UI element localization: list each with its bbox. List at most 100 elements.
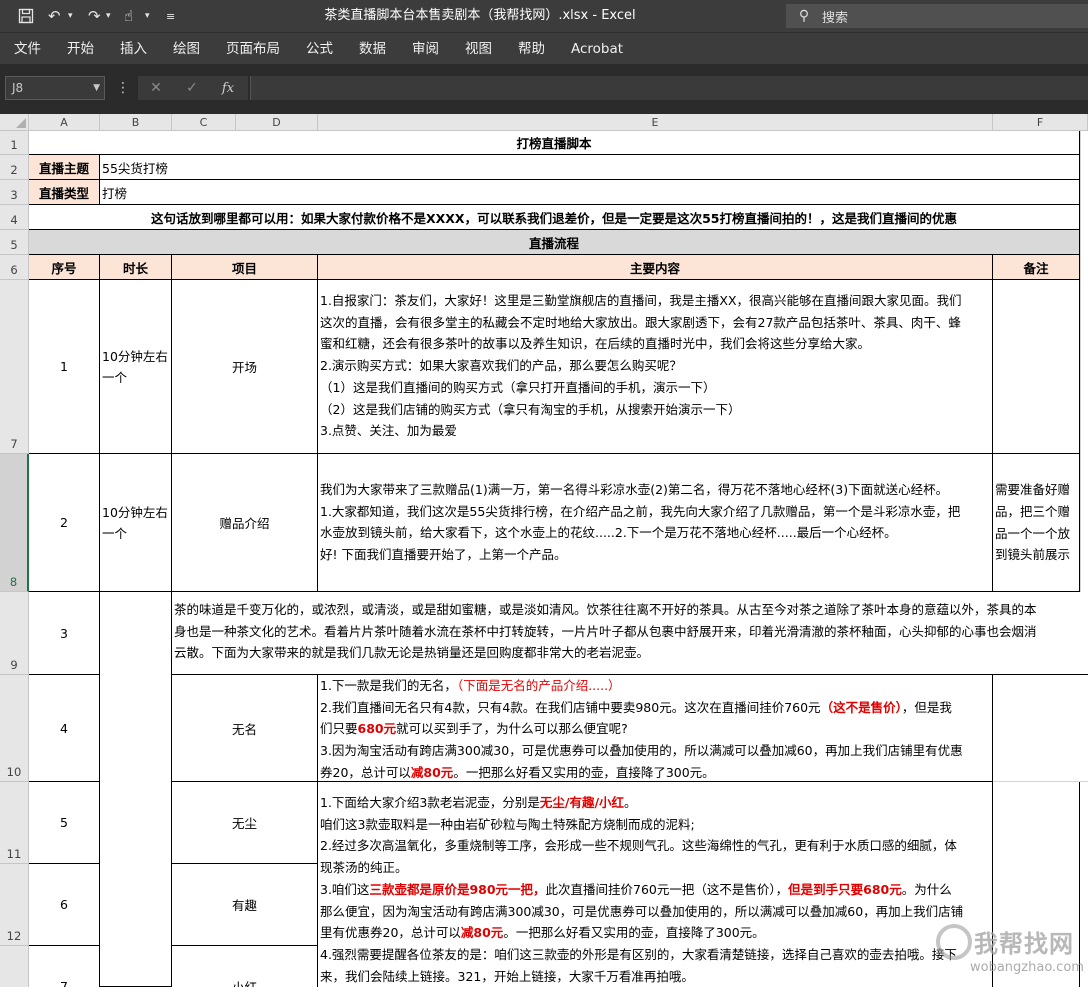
r10-item[interactable]: 无名 xyxy=(172,675,318,782)
r7-content[interactable]: 1.自报家门：茶友们，大家好！这里是三勤堂旗舰店的直播间，我是主播XX，很高兴能… xyxy=(318,280,993,454)
row-header-6[interactable]: 6 xyxy=(0,255,29,280)
r10-remark-blank[interactable] xyxy=(993,675,1088,782)
formula-input[interactable] xyxy=(250,76,1088,100)
ribbon-tabs: 文件 开始 插入 绘图 页面布局 公式 数据 审阅 视图 帮助 Acrobat xyxy=(0,32,1088,64)
row-header-12[interactable]: 12 xyxy=(0,864,29,946)
tab-help[interactable]: 帮助 xyxy=(505,33,558,65)
block-l1b: 无尘/有趣/小红 xyxy=(539,795,625,810)
r10-l2c: ，但是我 xyxy=(901,699,952,715)
more-options-icon[interactable]: ⋮ xyxy=(116,76,130,100)
column-header-a[interactable]: A xyxy=(29,114,100,131)
title-bar: ↶ ▾ ↷ ▾ ☝ ▾ ≡ 茶类直播脚本台本售卖剧本（我帮找网）.xlsx - … xyxy=(0,0,1088,32)
r10-line-5: 券20，总计可以减80元。一把那么好看又实用的壶，直接降了300元。 xyxy=(318,762,992,781)
r12-seq[interactable]: 6 xyxy=(29,864,100,946)
row-header-4[interactable]: 4 xyxy=(0,205,29,230)
sheet-title-cell[interactable]: 打榜直播脚本 xyxy=(29,131,1080,155)
column-header-c[interactable]: C xyxy=(172,114,236,131)
theme-value-cell[interactable]: 55尖货打榜 xyxy=(100,155,1080,180)
block-l1a: 1.下面给大家介绍3款老岩泥壶，分别是 xyxy=(320,795,540,810)
r11-seq[interactable]: 5 xyxy=(29,782,100,864)
block-content[interactable]: 1.下面给大家介绍3款老岩泥壶，分别是无尘/有趣/小红。 咱们这3款壶取料是一种… xyxy=(318,782,993,987)
column-header-b[interactable]: B xyxy=(100,114,172,131)
r8-item[interactable]: 赠品介绍 xyxy=(172,454,318,592)
r7-remark[interactable] xyxy=(993,280,1080,454)
r10-seq[interactable]: 4 xyxy=(29,675,100,782)
r13-item[interactable]: 小红 xyxy=(172,946,318,987)
type-value-cell[interactable]: 打榜 xyxy=(100,180,1080,205)
r7-line-7: 3.点赞、关注、加为最爱 xyxy=(320,423,457,439)
r10-content[interactable]: 1.下一款是我们的无名，（下面是无名的产品介绍.....） 2.我们直播间无名只… xyxy=(318,675,993,782)
r10-line-3: 们只要680元就可以买到手了，为什么可以那么便宜呢? xyxy=(318,718,992,740)
r11-item[interactable]: 无尘 xyxy=(172,782,318,864)
theme-label-cell[interactable]: 直播主题 xyxy=(29,155,100,180)
r7-item[interactable]: 开场 xyxy=(172,280,318,454)
r10-l3c: 就可以买到手了，为什么可以那么便宜呢? xyxy=(396,721,628,737)
r10-l1a: 1.下一款是我们的无名， xyxy=(320,678,457,693)
r8-seq[interactable]: 2 xyxy=(29,454,100,592)
r9-line-1: 茶的味道是千变万化的，或浓烈，或清淡，或是甜如蜜糖，或是淡如清风。饮茶往往离不开… xyxy=(174,602,1037,617)
row-header-5[interactable]: 5 xyxy=(0,230,29,255)
row-header-3[interactable]: 3 xyxy=(0,180,29,205)
name-box[interactable]: J8 ▼ xyxy=(5,76,105,100)
duration-merged-blank[interactable] xyxy=(100,592,172,987)
block-l7a: 里有优惠券20，总计可以 xyxy=(320,925,461,941)
block-line-9: 来，我们会陆续上链接。321，开始上链接，大家千万看准再拍哦。 xyxy=(320,968,694,984)
name-box-dropdown-icon[interactable]: ▼ xyxy=(93,77,100,99)
tab-home[interactable]: 开始 xyxy=(54,33,107,65)
header-content[interactable]: 主要内容 xyxy=(318,255,993,280)
tab-formulas[interactable]: 公式 xyxy=(293,33,346,65)
block-line-4: 现茶汤的纯正。 xyxy=(320,860,408,876)
r12-item[interactable]: 有趣 xyxy=(172,864,318,946)
row-header-8[interactable]: 8 xyxy=(0,454,29,592)
r7-seq[interactable]: 1 xyxy=(29,280,100,454)
r9-seq[interactable]: 3 xyxy=(29,592,100,675)
row-header-10[interactable]: 10 xyxy=(0,675,29,782)
search-box[interactable]: ⚲ 搜索 xyxy=(786,4,1088,28)
tab-insert[interactable]: 插入 xyxy=(107,33,160,65)
formula-bar-area: J8 ▼ ⋮ ✕ ✓ fx xyxy=(0,64,1088,114)
r10-line-4: 3.因为淘宝活动有跨店满300减30，可是优惠券可以叠加使用的，所以满减可以叠加… xyxy=(320,743,963,759)
flow-title-cell[interactable]: 直播流程 xyxy=(29,230,1080,255)
r7-duration[interactable]: 10分钟左右一个 xyxy=(100,280,172,454)
search-icon: ⚲ xyxy=(798,8,810,24)
row-header-7[interactable]: 7 xyxy=(0,280,29,454)
r8-content[interactable]: 我们为大家带来了三款赠品(1)满一万，第一名得斗彩凉水壶(2)第二名，得万花不落… xyxy=(318,454,993,592)
notice-cell[interactable]: 这句话放到哪里都可以用：如果大家付款价格不是XXXX，可以联系我们退差价，但是一… xyxy=(29,205,1080,230)
column-header-d[interactable]: D xyxy=(236,114,318,131)
column-header-e[interactable]: E xyxy=(318,114,993,131)
tab-data[interactable]: 数据 xyxy=(346,33,399,65)
cancel-icon[interactable]: ✕ xyxy=(138,80,174,96)
tab-file[interactable]: 文件 xyxy=(0,33,54,65)
header-remark[interactable]: 备注 xyxy=(993,255,1080,280)
header-item[interactable]: 项目 xyxy=(172,255,318,280)
r8-duration[interactable]: 10分钟左右一个 xyxy=(100,454,172,592)
row-header-2[interactable]: 2 xyxy=(0,155,29,180)
r7-line-5: （1）这是我们直播间的购买方式（拿只打开直播间的手机，演示一下） xyxy=(320,379,716,395)
insert-function-icon[interactable]: fx xyxy=(210,81,246,96)
column-header-f[interactable]: F xyxy=(993,114,1088,131)
block-line-3: 2.经过多次高温氧化，多重烧制等工序，会形成一些不规则气孔。这些海绵性的气孔，更… xyxy=(320,838,957,854)
r10-l1b: （下面是无名的产品介绍.....） xyxy=(456,678,621,693)
header-duration[interactable]: 时长 xyxy=(100,255,172,280)
tab-view[interactable]: 视图 xyxy=(452,33,505,65)
r9-content[interactable]: 茶的味道是千变万化的，或浓烈，或清淡，或是甜如蜜糖，或是淡如清风。饮茶往往离不开… xyxy=(172,592,1088,675)
tab-review[interactable]: 审阅 xyxy=(399,33,452,65)
row-header-1[interactable]: 1 xyxy=(0,131,29,155)
watermark-url: wobangzhao.com xyxy=(970,960,1084,975)
tab-acrobat[interactable]: Acrobat xyxy=(558,33,636,65)
header-seq[interactable]: 序号 xyxy=(29,255,100,280)
r13-seq[interactable]: 7 xyxy=(29,946,100,987)
row-header-9[interactable]: 9 xyxy=(0,592,29,675)
block-line-1: 1.下面给大家介绍3款老岩泥壶，分别是无尘/有趣/小红。 xyxy=(318,792,992,814)
tab-page-layout[interactable]: 页面布局 xyxy=(213,33,293,65)
enter-icon[interactable]: ✓ xyxy=(174,80,210,96)
tab-draw[interactable]: 绘图 xyxy=(160,33,213,65)
row-header-13[interactable] xyxy=(0,946,29,987)
r7-line-6: （2）这是我们店铺的购买方式（拿只有淘宝的手机，从搜索开始演示一下） xyxy=(320,401,741,417)
r8-remark[interactable]: 需要准备好赠品，把三个赠品一个一个放到镜头前展示 xyxy=(993,454,1080,592)
block-line-5: 3.咱们这三款壶都是原价是980元一把，此次直播间挂价760元一把（这不是售价）… xyxy=(318,879,992,901)
select-all-corner[interactable] xyxy=(0,114,29,131)
r10-l5b: 减80元 xyxy=(410,764,454,780)
type-label-cell[interactable]: 直播类型 xyxy=(29,180,100,205)
row-header-11[interactable]: 11 xyxy=(0,782,29,864)
